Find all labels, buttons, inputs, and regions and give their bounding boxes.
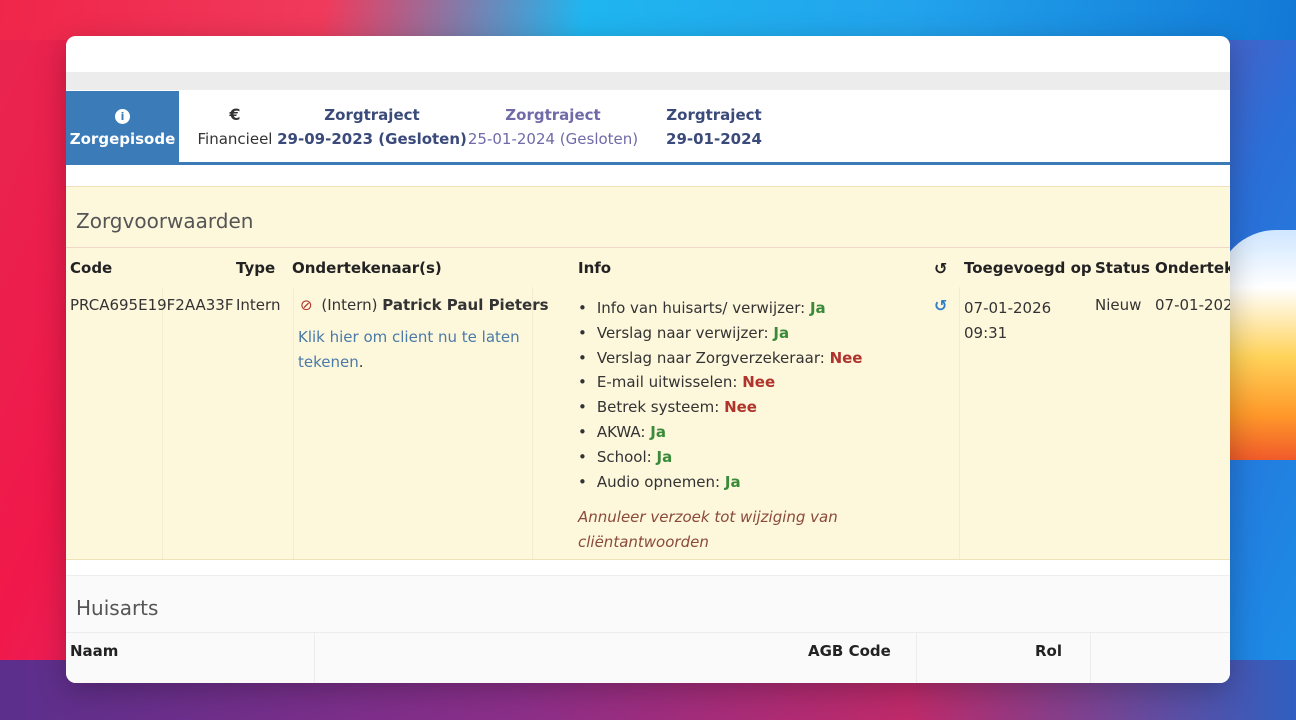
list-item: Verslag naar Zorgverzekeraar: Nee (578, 346, 863, 371)
section-title: Huisarts (76, 596, 159, 620)
cell-type: Intern (236, 296, 281, 314)
info-label: Verslag naar verwijzer: (596, 323, 769, 342)
info-value: Nee (742, 373, 776, 392)
cancel-change-request-link[interactable]: Annuleer verzoek tot wijziging van cliën… (578, 505, 838, 555)
col-header-ondertekend[interactable]: Onderteke (1155, 259, 1230, 277)
column-line (293, 287, 294, 559)
desktop-wallpaper-top (0, 0, 1296, 40)
tab-bar: i Zorgepisode € Financieel Zorgtraject 2… (66, 91, 1230, 165)
tab-label: Zorgtraject (505, 105, 601, 124)
tab-label: Financieel (197, 129, 273, 148)
info-label: E-mail uitwisselen: (596, 373, 738, 392)
euro-icon: € (229, 104, 241, 124)
info-label: AKWA: (596, 422, 646, 441)
cell-ondertekend: 07-01-2026 (1155, 296, 1230, 314)
tab-label: Zorgepisode (69, 129, 176, 148)
cancel-link-text: Annuleer verzoek tot wijziging van (578, 508, 838, 526)
huisarts-section: Huisarts Naam AGB Code Rol (66, 575, 1230, 683)
tab-label: Zorgtraject (666, 105, 762, 124)
tab-zorgepisode[interactable]: i Zorgepisode (66, 91, 179, 162)
col-header-toegevoegd[interactable]: Toegevoegd op (964, 259, 1092, 277)
col-header-naam[interactable]: Naam (70, 642, 118, 660)
tab-zorgtraject-2024-closed[interactable]: Zorgtraject 25-01-2024 (Gesloten) (453, 91, 653, 162)
sign-link-text: Klik hier om client nu te laten (298, 328, 520, 346)
tab-zorgtraject-2024[interactable]: Zorgtraject 29-01-2024 (653, 91, 775, 162)
tab-sublabel: 29-09-2023 (Gesloten) (277, 129, 467, 148)
history-icon: ↺ (934, 296, 948, 315)
tab-financieel[interactable]: € Financieel (179, 91, 291, 162)
info-value: Nee (724, 398, 757, 417)
added-date: 07-01-2026 (964, 299, 1052, 317)
column-line (1090, 633, 1091, 683)
list-item: School: Ja (578, 445, 862, 470)
section-title: Zorgvoorwaarden (76, 209, 254, 233)
cancel-link-text: cliëntantwoorden (578, 533, 709, 551)
list-item: Audio opnemen: Ja (578, 470, 862, 495)
col-header-agb[interactable]: AGB Code (808, 642, 891, 660)
info-label: Betrek systeem: (596, 398, 720, 417)
spacer (66, 166, 1230, 186)
column-line (532, 287, 533, 559)
column-line (162, 287, 163, 559)
col-header-code[interactable]: Code (70, 259, 112, 277)
spacer (66, 561, 1230, 575)
col-header-history[interactable]: ↺ (934, 259, 947, 278)
column-line (959, 287, 960, 559)
added-time: 09:31 (964, 324, 1008, 342)
divider (66, 247, 1230, 248)
info-label: School: (596, 447, 652, 466)
signer-name: Patrick Paul Pieters (382, 296, 549, 314)
window-top-bar (66, 36, 1230, 72)
signer-prefix: (Intern) (321, 296, 378, 314)
tab-zorgtraject-2023[interactable]: Zorgtraject 29-09-2023 (Gesloten) (277, 91, 467, 162)
cell-signer: ⊘ (Intern) Patrick Paul Pieters (300, 296, 549, 314)
not-signed-icon: ⊘ (300, 296, 313, 314)
column-line (916, 633, 917, 683)
info-value: Ja (724, 472, 741, 491)
info-value: Nee (829, 348, 863, 367)
info-label: Audio opnemen: (596, 472, 721, 491)
tab-label: Zorgtraject (324, 105, 420, 124)
history-button[interactable]: ↺ (934, 296, 947, 315)
info-value: Ja (809, 299, 826, 317)
toolbar-strip (66, 72, 1230, 90)
sign-now-link[interactable]: Klik hier om client nu te laten tekenen. (298, 325, 520, 374)
info-icon: i (115, 108, 130, 124)
info-value: Ja (656, 447, 673, 466)
cell-toegevoegd: 07-01-2026 09:31 (964, 296, 1051, 346)
divider (66, 632, 1230, 633)
sign-link-text: tekenen (298, 352, 359, 371)
col-header-ondertekenaars[interactable]: Ondertekenaar(s) (292, 259, 442, 277)
col-header-info[interactable]: Info (578, 259, 611, 277)
list-item: AKWA: Ja (578, 420, 862, 445)
list-item: Info van huisarts/ verwijzer: Ja (578, 296, 862, 321)
list-item: Betrek systeem: Nee (578, 395, 862, 420)
cell-code: PRCA695E19F2AA33F (70, 296, 234, 314)
tab-sublabel: 25-01-2024 (Gesloten) (467, 129, 639, 148)
info-label: Info van huisarts/ verwijzer: (596, 299, 806, 317)
history-icon: ↺ (934, 259, 948, 278)
info-list: Info van huisarts/ verwijzer: Ja Verslag… (578, 296, 863, 495)
zorgvoorwaarden-section: Zorgvoorwaarden Code Type Ondertekenaar(… (66, 186, 1230, 560)
col-header-rol[interactable]: Rol (1035, 642, 1062, 660)
info-label: Verslag naar Zorgverzekeraar: (596, 348, 825, 367)
list-item: E-mail uitwisselen: Nee (578, 370, 862, 395)
list-item: Verslag naar verwijzer: Ja (578, 321, 862, 346)
column-line (314, 633, 315, 683)
tab-sublabel: 29-01-2024 (666, 129, 762, 148)
info-value: Ja (650, 422, 666, 441)
col-header-status[interactable]: Status (1095, 259, 1150, 277)
app-window: i Zorgepisode € Financieel Zorgtraject 2… (66, 36, 1230, 683)
cell-status: Nieuw (1095, 296, 1142, 314)
col-header-type[interactable]: Type (236, 259, 275, 277)
sign-link-suffix: . (358, 352, 364, 371)
info-value: Ja (773, 323, 790, 342)
